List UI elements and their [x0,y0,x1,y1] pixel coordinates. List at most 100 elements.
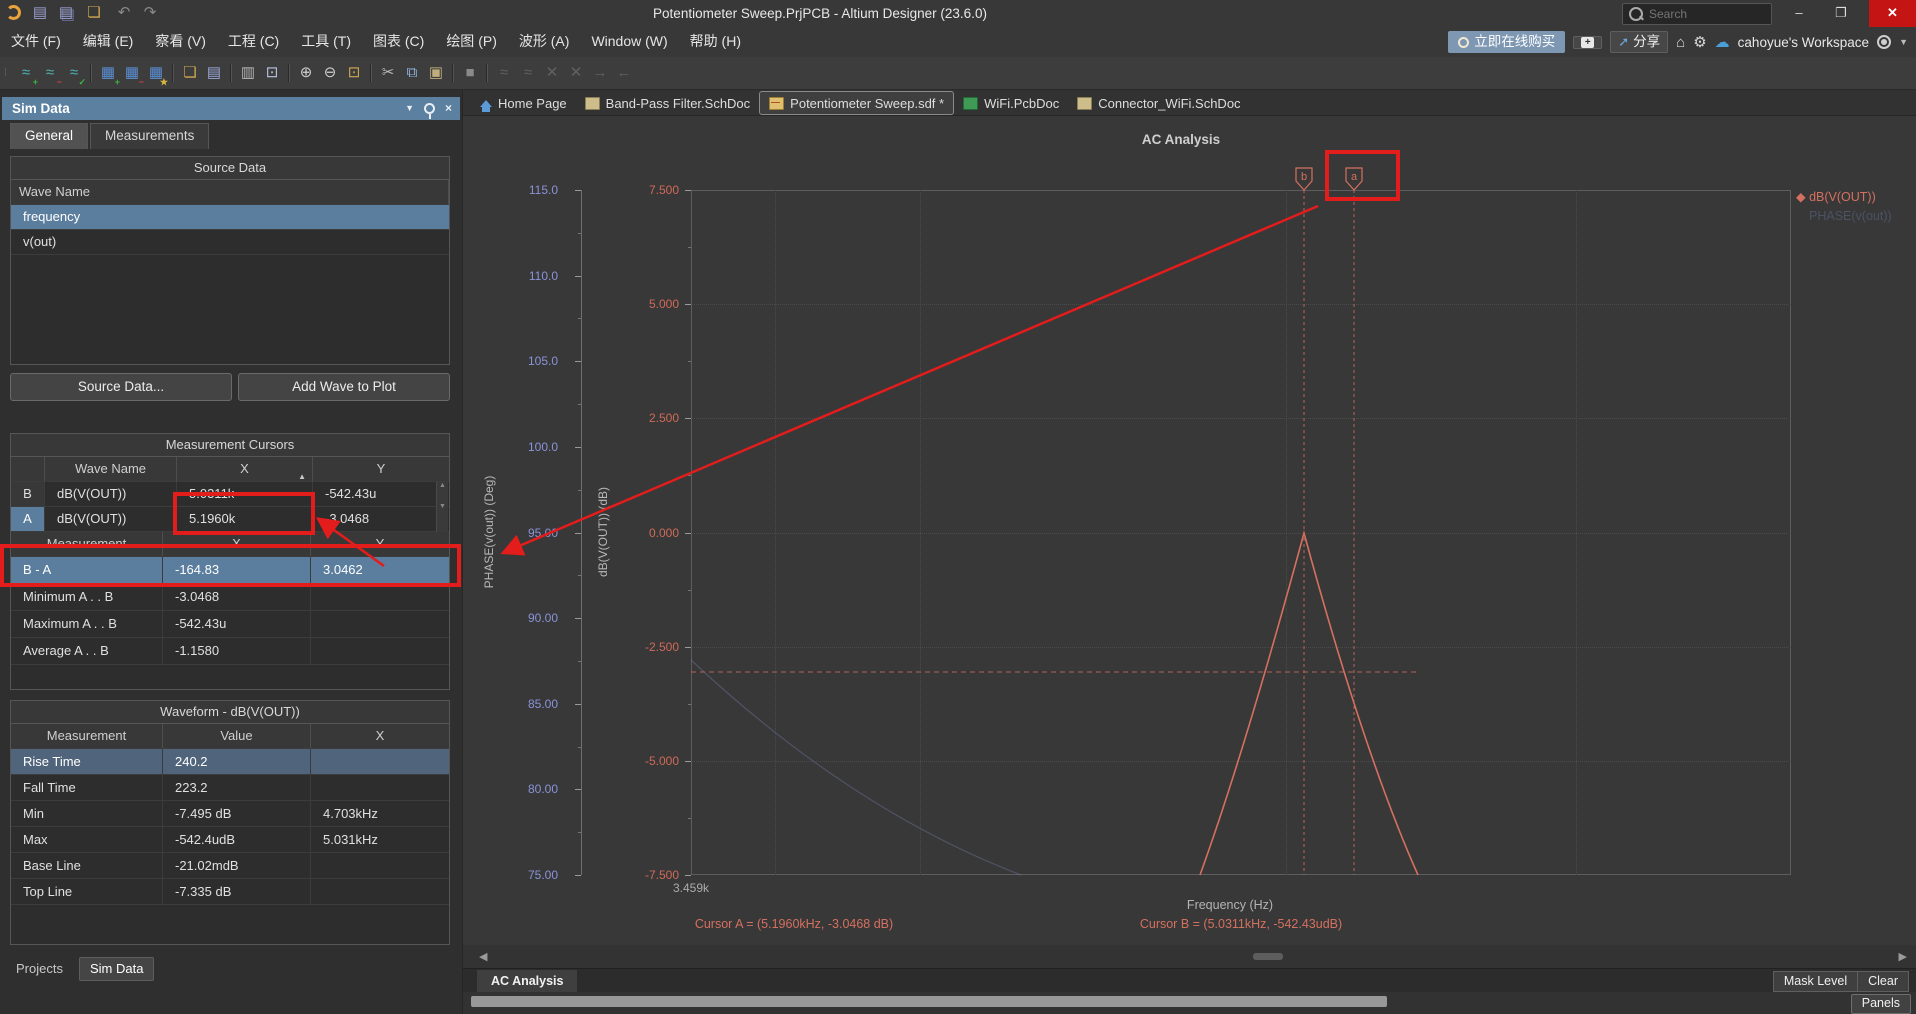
cell[interactable]: B - A [11,557,163,583]
cursors-scrollbar[interactable]: ▲▼ [436,482,448,534]
scrollbar-thumb[interactable] [1253,953,1283,960]
cell[interactable]: -7.335 dB [163,879,311,904]
cell[interactable]: 3.0462 [311,557,449,583]
x-column-header[interactable]: X [311,724,449,748]
doc-tab-1[interactable]: Home Page [471,91,576,115]
wave-list-item[interactable]: v(out) [11,230,449,255]
menu-item-7[interactable]: 绘图 (P) [435,27,508,56]
zoom-out-icon[interactable]: ⊖ [318,61,342,85]
waveform-measurement-row[interactable]: Base Line-21.02mdB [11,853,449,879]
print-preview-icon[interactable]: ⊡ [260,61,284,85]
measurement-remove-icon[interactable]: ≈− [38,61,62,85]
panel-close-icon[interactable]: × [445,97,452,120]
wave-list-item[interactable]: frequency [11,205,449,230]
save-icon[interactable]: ▤ [30,3,50,23]
menu-item-4[interactable]: 工程 (C) [217,27,290,56]
wave-cursor-2-icon[interactable]: ≈ [516,61,540,85]
measurement-row[interactable]: B - A-164.833.0462 [11,557,449,584]
doc-tab-2[interactable]: Band-Pass Filter.SchDoc [576,91,760,115]
cell[interactable]: Rise Time [11,749,163,774]
wave-name[interactable]: v(out) [11,230,449,254]
scroll-left-icon[interactable]: ← [612,61,636,85]
buy-online-button[interactable]: 立即在线购买 [1448,31,1565,53]
chart-horizontal-scrollbar[interactable]: ◀ ▶ [463,945,1916,968]
doc-tab-4[interactable]: WiFi.PcbDoc [954,91,1068,115]
measurement-row[interactable]: Average A . . B-1.1580 [11,638,449,665]
wave-name[interactable]: frequency [11,205,449,229]
minimize-button[interactable]: – [1782,0,1816,27]
x-column-header[interactable]: X [163,532,311,556]
restore-button[interactable]: ❐ [1824,0,1858,27]
menu-item-9[interactable]: Window (W) [580,27,678,56]
cell[interactable]: dB(V(OUT)) [45,507,177,531]
clear-cursor-2-icon[interactable]: ✕ [564,61,588,85]
pin-icon[interactable] [424,103,435,114]
cell[interactable]: -1.1580 [163,638,311,664]
cell[interactable] [311,879,449,904]
y-column-header[interactable]: Y [311,532,449,556]
scroll-right-icon[interactable]: ▶ [1899,950,1907,963]
cell[interactable] [311,775,449,800]
cell[interactable]: -21.02mdB [163,853,311,878]
tab-ac-analysis[interactable]: AC Analysis [477,970,577,993]
y-column-header[interactable]: Y [313,457,449,481]
cell[interactable]: -7.495 dB [163,801,311,826]
cell[interactable]: -164.83 [163,557,311,583]
search-box[interactable] [1622,3,1772,25]
cell[interactable]: -3.0468 [163,584,311,610]
cell[interactable]: Base Line [11,853,163,878]
cell[interactable]: 4.703kHz [311,801,449,826]
wave-cursor-1-icon[interactable]: ≈ [492,61,516,85]
gear-icon[interactable]: ⚙ [1693,33,1706,51]
waveform-measurement-row[interactable]: Rise Time240.2 [11,749,449,775]
cell[interactable] [311,749,449,774]
value-column-header[interactable]: Value [163,724,311,748]
panel-menu-icon[interactable]: ▼ [405,97,414,120]
cell[interactable] [311,584,449,610]
zoom-window-icon[interactable]: ⊡ [342,61,366,85]
menu-item-5[interactable]: 工具 (T) [290,27,362,56]
feedback-button[interactable]: + [1573,36,1602,49]
cell[interactable]: 5.0311k [177,482,313,506]
cell[interactable]: Max [11,827,163,852]
cell[interactable]: -3.0468 [313,507,449,531]
user-avatar-icon[interactable] [1877,35,1891,49]
cell[interactable]: 240.2 [163,749,311,774]
cell[interactable]: 5.031kHz [311,827,449,852]
wave-name-column-header[interactable]: Wave Name [45,457,177,481]
stop-icon[interactable]: ■ [458,61,482,85]
plot-add-icon[interactable]: ▦+ [96,61,120,85]
mask-level-button[interactable]: Mask Level [1773,971,1858,992]
save-all-icon[interactable]: ▤ [56,3,76,23]
cell[interactable]: 223.2 [163,775,311,800]
cell[interactable]: -542.43u [313,482,449,506]
zoom-in-icon[interactable]: ⊕ [294,61,318,85]
measurement-column-header[interactable]: Measurement [11,724,163,748]
cut-icon[interactable]: ✂ [376,61,400,85]
scroll-left-icon[interactable]: ◀ [479,950,487,963]
cell[interactable] [311,638,449,664]
cursor-row-a[interactable]: AdB(V(OUT))5.1960k-3.0468 [11,507,449,532]
cell[interactable]: 5.1960k [177,507,313,531]
menu-item-3[interactable]: 察看 (V) [144,27,217,56]
chevron-down-icon[interactable]: ▼ [1899,37,1908,47]
open-document-icon[interactable]: ❏ [178,61,202,85]
cell[interactable]: A [11,507,45,531]
add-wave-to-plot-button[interactable]: Add Wave to Plot [238,373,450,401]
waveform-measurement-row[interactable]: Min-7.495 dB4.703kHz [11,801,449,827]
menu-item-2[interactable]: 编辑 (E) [72,27,145,56]
cell[interactable]: dB(V(OUT)) [45,482,177,506]
clear-button[interactable]: Clear [1858,971,1909,992]
home-icon[interactable]: ⌂ [1676,34,1685,51]
open-document-icon[interactable]: ❏ [84,3,104,23]
cell[interactable]: -542.4udB [163,827,311,852]
doc-tab-3[interactable]: Potentiometer Sweep.sdf * [759,91,954,115]
copy-icon[interactable]: ⧉ [400,61,424,85]
cursor-row-b[interactable]: BdB(V(OUT))5.0311k-542.43u [11,482,449,507]
redo-icon[interactable]: ↷ [140,3,160,23]
undo-icon[interactable]: ↶ [114,3,134,23]
cell[interactable]: B [11,482,45,506]
bottom-scrollbar-thumb[interactable] [471,996,1387,1007]
cell[interactable]: Minimum A . . B [11,584,163,610]
cursor-id-column-header[interactable] [11,457,45,481]
